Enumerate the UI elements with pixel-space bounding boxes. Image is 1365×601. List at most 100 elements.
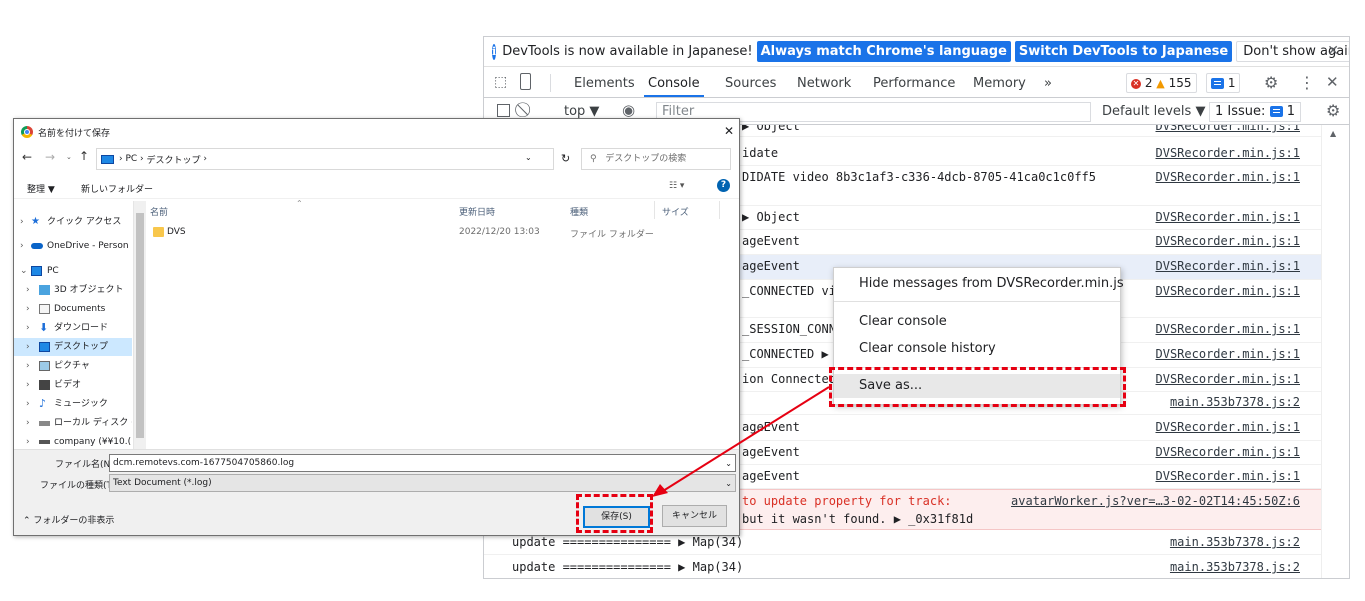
log-source-link[interactable]: DVSRecorder.min.js:1	[1156, 284, 1301, 298]
tab-network[interactable]: Network	[797, 68, 851, 97]
log-source-link[interactable]: avatarWorker.js?ver=…3-02-02T14:45:50Z:6	[1011, 494, 1300, 508]
issues-button[interactable]: 1 Issue: 1	[1209, 102, 1301, 122]
tab-console[interactable]: Console	[644, 68, 704, 97]
nav-item-pictures[interactable]: › ピクチャ	[14, 357, 132, 375]
filename-value: dcm.remotevs.com-1677504705860.log	[113, 458, 295, 468]
tab-performance[interactable]: Performance	[873, 68, 955, 97]
column-header-date[interactable]: 更新日時	[459, 205, 495, 218]
breadcrumb-pc[interactable]: PC	[125, 154, 137, 164]
breadcrumb-desktop[interactable]: デスクトップ	[147, 153, 201, 166]
context-selector[interactable]: top ▼	[564, 104, 599, 119]
dialog-close-icon[interactable]: ✕	[724, 124, 734, 138]
log-source-link[interactable]: DVSRecorder.min.js:1	[1156, 347, 1301, 361]
log-text: ageEvent	[742, 234, 800, 248]
recent-dropdown-icon[interactable]: ⌄	[66, 153, 72, 161]
back-arrow-icon[interactable]: ←	[22, 150, 32, 164]
disk-drive-icon	[39, 421, 50, 426]
close-icon[interactable]: ✕	[1327, 43, 1339, 59]
tab-memory[interactable]: Memory	[973, 68, 1026, 97]
log-text: ageEvent	[742, 445, 800, 459]
address-bar[interactable]: › PC › デスクトップ › ⌄	[96, 148, 554, 170]
error-warning-counter[interactable]: ✕ 2 ▲ 155	[1126, 73, 1197, 93]
nav-item-network-drive[interactable]: › company (¥¥10.(	[14, 433, 132, 449]
log-row[interactable]: update =============== ▶ Map(34) main.35…	[484, 555, 1322, 578]
nav-item-3d-objects[interactable]: › 3D オブジェクト	[14, 281, 132, 299]
always-match-language-button[interactable]: Always match Chrome's language	[756, 41, 1011, 62]
nav-item-pc[interactable]: ⌄ PC	[14, 262, 132, 280]
log-text: ageEvent	[742, 420, 800, 434]
log-source-link[interactable]: DVSRecorder.min.js:1	[1156, 170, 1301, 184]
log-source-link[interactable]: DVSRecorder.min.js:1	[1156, 259, 1301, 273]
log-source-link[interactable]: DVSRecorder.min.js:1	[1156, 372, 1301, 386]
cube-icon	[39, 285, 50, 295]
log-source-link[interactable]: DVSRecorder.min.js:1	[1156, 420, 1301, 434]
tab-elements[interactable]: Elements	[574, 68, 635, 97]
nav-item-local-disk[interactable]: › ローカル ディスク (C	[14, 414, 132, 432]
close-devtools-icon[interactable]: ✕	[1326, 73, 1339, 91]
nav-item-desktop[interactable]: › デスクトップ	[14, 338, 132, 356]
nav-item-downloads[interactable]: › ⬇ ダウンロード	[14, 319, 132, 337]
console-settings-gear-icon[interactable]: ⚙	[1326, 101, 1340, 120]
filetype-select[interactable]: Text Document (*.log) ⌄	[109, 474, 736, 492]
nav-label: ローカル ディスク (C	[54, 418, 132, 428]
chevron-down-icon[interactable]: ⌄	[725, 476, 732, 492]
console-scrollbar[interactable]: ▲	[1321, 125, 1349, 578]
switch-to-japanese-button[interactable]: Switch DevTools to Japanese	[1014, 41, 1233, 62]
device-toolbar-icon[interactable]	[520, 73, 531, 90]
forward-arrow-icon[interactable]: →	[45, 150, 55, 164]
view-options-icon[interactable]: ☷ ▾	[669, 181, 684, 191]
chevron-down-icon[interactable]: ⌄	[525, 153, 532, 162]
eye-icon[interactable]: ◉	[622, 101, 635, 119]
nav-item-videos[interactable]: › ビデオ	[14, 376, 132, 394]
film-icon	[39, 380, 50, 390]
column-header-name[interactable]: 名前	[150, 205, 168, 218]
search-input[interactable]: ⚲ デスクトップの検索	[581, 148, 731, 170]
nav-scrollbar[interactable]	[134, 201, 146, 449]
log-source-link[interactable]: DVSRecorder.min.js:1	[1156, 146, 1301, 160]
tab-sources[interactable]: Sources	[725, 68, 776, 97]
nav-item-music[interactable]: › ♪ ミュージック	[14, 395, 132, 413]
messages-counter[interactable]: 1	[1206, 73, 1241, 93]
clear-console-menu-item[interactable]: Clear console	[834, 310, 1120, 334]
nav-scrollbar-thumb[interactable]	[136, 213, 144, 438]
new-folder-button[interactable]: 新しいフォルダー	[81, 182, 153, 195]
nav-item-quick-access[interactable]: › ★ クイック アクセス	[14, 213, 132, 231]
filename-input[interactable]: dcm.remotevs.com-1677504705860.log ⌄	[109, 454, 736, 472]
cancel-button[interactable]: キャンセル	[662, 505, 727, 527]
more-tabs-button[interactable]: »	[1044, 68, 1052, 97]
log-source-link[interactable]: DVSRecorder.min.js:1	[1156, 322, 1301, 336]
log-levels-dropdown[interactable]: Default levels ▼	[1102, 104, 1205, 119]
log-source-link[interactable]: main.353b7378.js:2	[1170, 560, 1300, 574]
log-source-link[interactable]: DVSRecorder.min.js:1	[1156, 445, 1301, 459]
log-source-link[interactable]: main.353b7378.js:2	[1170, 535, 1300, 549]
organize-button[interactable]: 整理 ▼	[27, 182, 55, 195]
log-source-link[interactable]: DVSRecorder.min.js:1	[1156, 234, 1301, 248]
up-arrow-icon[interactable]: ↑	[79, 149, 89, 163]
help-icon[interactable]: ?	[717, 179, 730, 192]
chevron-down-icon[interactable]: ⌄	[725, 456, 732, 472]
sidebar-toggle-icon[interactable]	[497, 104, 510, 117]
log-source-link[interactable]: DVSRecorder.min.js:1	[1156, 469, 1301, 483]
log-source-link[interactable]: DVSRecorder.min.js:1	[1156, 125, 1301, 133]
log-source-link[interactable]: DVSRecorder.min.js:1	[1156, 210, 1301, 224]
music-note-icon: ♪	[39, 397, 47, 410]
settings-gear-icon[interactable]: ⚙	[1264, 73, 1278, 92]
nav-item-onedrive[interactable]: › OneDrive - Person	[14, 237, 132, 255]
hide-messages-menu-item[interactable]: Hide messages from DVSRecorder.min.js	[834, 272, 1124, 296]
inspect-element-icon[interactable]: ⬚	[494, 74, 507, 90]
nav-item-documents[interactable]: › Documents	[14, 300, 132, 318]
more-options-icon[interactable]: ⋮	[1299, 73, 1315, 92]
column-header-type[interactable]: 種類	[570, 205, 588, 218]
file-row[interactable]: DVS 2022/12/20 13:03 ファイル フォルダー	[147, 225, 727, 241]
column-header-size[interactable]: サイズ	[662, 205, 689, 218]
log-text: ageEvent	[742, 259, 800, 273]
refresh-icon[interactable]: ↻	[561, 152, 570, 165]
nav-label: ダウンロード	[54, 323, 109, 333]
log-source-link[interactable]: main.353b7378.js:2	[1170, 395, 1300, 409]
navigation-pane: › ★ クイック アクセス › OneDrive - Person ⌄ PC ›…	[14, 201, 134, 449]
divider	[550, 74, 551, 92]
hide-folders-toggle[interactable]: ⌃ フォルダーの非表示	[23, 513, 114, 526]
nav-label: OneDrive - Person	[47, 241, 129, 251]
clear-console-history-menu-item[interactable]: Clear console history	[834, 337, 1120, 361]
scroll-up-arrow-icon[interactable]: ▲	[1330, 129, 1336, 138]
